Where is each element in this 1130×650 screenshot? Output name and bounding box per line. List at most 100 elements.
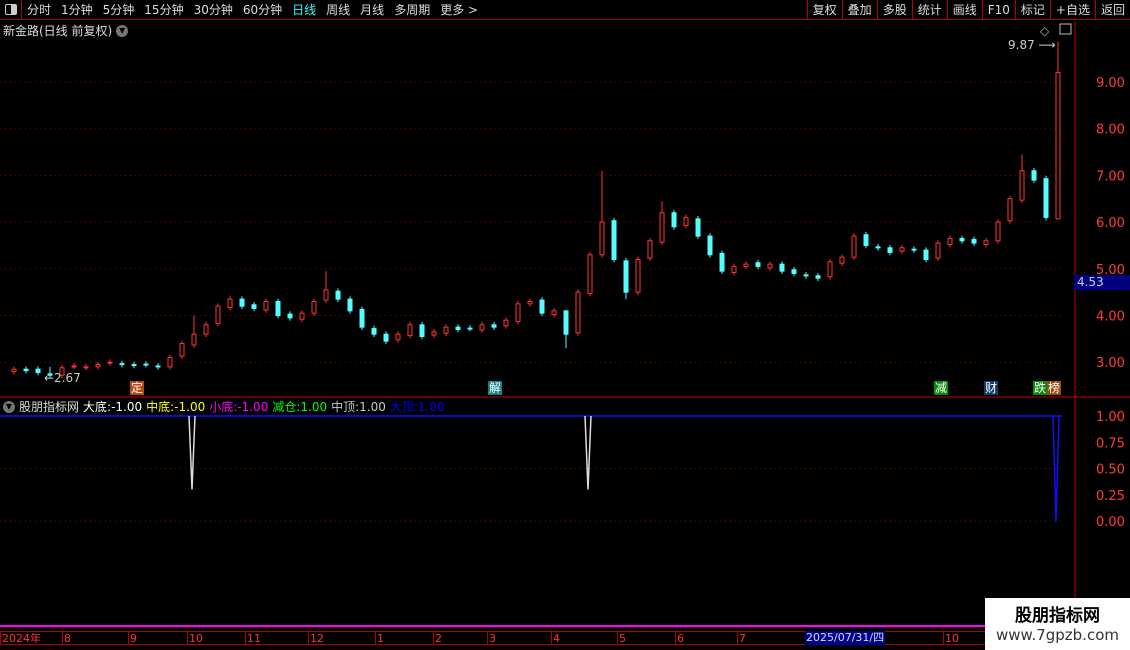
legend-value: -1.00: [111, 400, 143, 414]
timeline-label: 2: [433, 632, 442, 645]
timeline-label: 5: [617, 632, 626, 645]
candle-body: [407, 324, 413, 337]
candle-body: [1031, 170, 1037, 181]
candle-body: [263, 300, 269, 311]
candle-body: [827, 261, 833, 278]
indicator-tick-label: 0.00: [1096, 515, 1125, 530]
candle-body: [1043, 178, 1049, 218]
candle-body: [899, 247, 905, 252]
price-tick-label: 4.00: [1096, 310, 1125, 325]
candle-body: [191, 333, 197, 346]
price-tick-label: 6.00: [1096, 216, 1125, 231]
candle-body: [731, 265, 737, 274]
candle-body: [563, 310, 569, 335]
candle-body: [755, 262, 761, 267]
candle-body: [95, 364, 101, 368]
candle-body: [695, 218, 701, 237]
candle-body: [395, 333, 401, 341]
candle-body: [803, 274, 809, 277]
candle-body: [719, 252, 725, 272]
indicator-legend-item: 中底:-1.00: [146, 398, 205, 415]
candle-body: [767, 263, 773, 269]
candle-body: [143, 363, 149, 366]
candle-body: [959, 237, 965, 242]
price-tick-label: 8.00: [1096, 123, 1125, 138]
signal-marker[interactable]: 财: [984, 381, 998, 395]
candle-body: [335, 290, 341, 300]
candle-body: [455, 326, 461, 331]
candle-body: [239, 298, 245, 307]
candle-body: [215, 305, 221, 324]
legend-value: -1.00: [237, 400, 269, 414]
candle-body: [419, 324, 425, 338]
indicator-tick-label: 1.00: [1096, 410, 1125, 425]
candle-body: [875, 246, 881, 249]
indicator-spike: [584, 415, 592, 490]
candle-body: [503, 319, 509, 327]
candle-body: [923, 249, 929, 260]
candlestick-chart[interactable]: 9.008.007.006.005.004.003.009.87 ⟶←2.67◇…: [0, 0, 1130, 650]
indicator-legend-item: 大顶:1.00: [390, 398, 445, 415]
timeline-axis[interactable]: 2024年 8 9 10 11 12 1 2 3 4 5 6 7 10: [0, 631, 1075, 645]
candle-body: [431, 331, 437, 336]
date-cursor-label: 2025/07/31/四: [805, 631, 886, 645]
candle-body: [275, 300, 281, 316]
price-tick-label: 7.00: [1096, 169, 1125, 184]
legend-label: 大底:: [83, 400, 112, 414]
timeline-label: 9: [128, 632, 137, 645]
candle-body: [647, 240, 653, 259]
candle-body: [851, 235, 857, 258]
signal-marker[interactable]: 减: [934, 381, 948, 395]
candle-body: [119, 363, 125, 366]
candle-body: [911, 248, 917, 251]
timeline-label: 6: [675, 632, 684, 645]
indicator-legend-item: 小底:-1.00: [209, 398, 268, 415]
timeline-label: 2024年: [0, 632, 41, 645]
timeline-label: 10: [943, 632, 959, 645]
candle-body: [1019, 170, 1025, 201]
candle-body: [779, 263, 785, 272]
signal-marker[interactable]: 解: [488, 381, 502, 395]
candle-body: [551, 310, 557, 316]
candle-body: [11, 368, 17, 373]
low-price-label: ←2.67: [44, 371, 81, 385]
panel-icon[interactable]: [1059, 23, 1072, 35]
candle-body: [491, 324, 497, 328]
candle-body: [383, 333, 389, 342]
legend-value: 1.00: [300, 400, 328, 414]
timeline-label: 3: [487, 632, 496, 645]
candle-body: [527, 300, 533, 305]
candle-body: [23, 368, 29, 372]
candle-body: [71, 365, 77, 368]
indicator-tick-label: 0.50: [1096, 463, 1125, 478]
candle-body: [623, 260, 629, 293]
candle-body: [995, 221, 1001, 242]
indicator-legend-item: 减仓:1.00: [272, 398, 327, 415]
candle-body: [659, 212, 665, 243]
candle-body: [167, 357, 173, 368]
signal-marker[interactable]: 跌: [1033, 381, 1047, 395]
price-tick-label: 3.00: [1096, 356, 1125, 371]
signal-marker[interactable]: 榜: [1047, 381, 1061, 395]
candle-body: [1055, 72, 1061, 220]
candle-body: [311, 300, 317, 314]
chevron-down-icon[interactable]: ▼: [3, 400, 15, 413]
watermark-logo: 股朋指标网 www.7gpzb.com: [985, 598, 1130, 650]
legend-label: 减仓:: [272, 400, 301, 414]
candle-body: [179, 343, 185, 357]
candle-body: [599, 221, 605, 256]
timeline-label: 1: [375, 632, 384, 645]
indicator-name: 股朋指标网: [19, 400, 80, 414]
candle-body: [887, 247, 893, 253]
price-tick-label: 9.00: [1096, 76, 1125, 91]
timeline-label: 8: [62, 632, 71, 645]
candle-body: [299, 312, 305, 320]
current-price-label: 4.53: [1074, 275, 1130, 290]
candle-body: [983, 240, 989, 246]
candle-body: [539, 299, 545, 314]
signal-marker[interactable]: 定: [130, 381, 144, 395]
candle-body: [371, 328, 377, 335]
diamond-icon[interactable]: ◇: [1040, 24, 1050, 38]
legend-value: -1.00: [174, 400, 206, 414]
candle-body: [107, 361, 113, 364]
